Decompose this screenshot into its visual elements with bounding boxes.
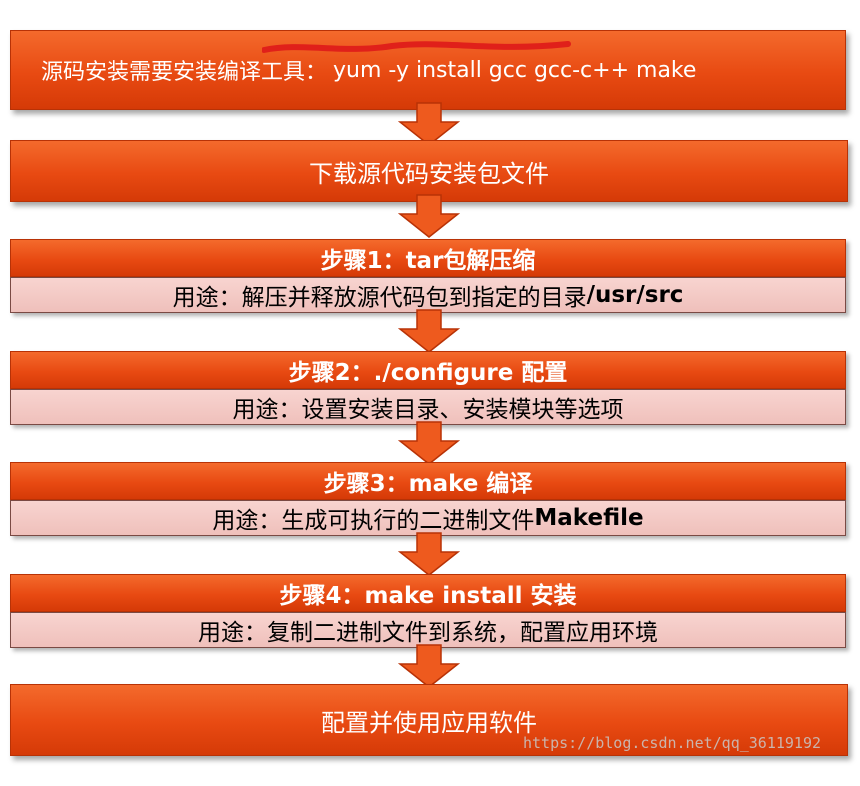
down-arrow-icon	[398, 644, 460, 688]
step-3-purpose: 用途： 生成可执行的二进制文件 Makefile	[10, 500, 846, 536]
step-3: 步骤3：make 编译 用途： 生成可执行的二进制文件 Makefile	[10, 462, 846, 536]
step-3-purpose-text: 生成可执行的二进制文件	[281, 508, 535, 534]
step-1-purpose-text: 解压并释放源代码包到指定的目录	[241, 285, 587, 311]
watermark: https://blog.csdn.net/qq_36119192	[523, 734, 822, 752]
step-4-purpose-text: 复制二进制文件到系统，配置应用环境	[267, 620, 658, 646]
step-4-purpose: 用途： 复制二进制文件到系统，配置应用环境	[10, 612, 846, 648]
step-2-title: 步骤2：./configure 配置	[10, 351, 846, 389]
step-3-title: 步骤3：make 编译	[10, 462, 846, 500]
step-4-title: 步骤4：make install 安装	[10, 574, 846, 612]
step-2: 步骤2：./configure 配置 用途： 设置安装目录、安装模块等选项	[10, 351, 846, 425]
step-2-purpose-text: 设置安装目录、安装模块等选项	[301, 397, 624, 423]
step-2-purpose-prefix: 用途：	[232, 397, 302, 423]
step-1-purpose-prefix: 用途：	[172, 285, 242, 311]
step-3-purpose-prefix: 用途：	[212, 508, 282, 534]
step-4-purpose-prefix: 用途：	[198, 620, 267, 646]
down-arrow-icon	[398, 532, 460, 576]
down-arrow-icon	[398, 421, 460, 465]
step-3-purpose-file: Makefile	[534, 505, 644, 531]
red-scribble-mark	[262, 41, 571, 53]
download-box: 下载源代码安装包文件	[10, 140, 848, 202]
down-arrow-icon	[398, 194, 460, 238]
step-2-purpose: 用途： 设置安装目录、安装模块等选项	[10, 389, 846, 425]
step-1-title: 步骤1：tar包解压缩	[10, 239, 846, 277]
step-1: 步骤1：tar包解压缩 用途： 解压并释放源代码包到指定的目录/usr/src	[10, 239, 846, 313]
prereq-label: 源码安装需要安装编译工具：	[41, 60, 328, 85]
step-1-purpose: 用途： 解压并释放源代码包到指定的目录/usr/src	[10, 277, 846, 313]
prereq-command: yum -y install gcc gcc-c++ make	[333, 57, 697, 83]
step-4: 步骤4：make install 安装 用途： 复制二进制文件到系统，配置应用环境	[10, 574, 846, 648]
final-label: 配置并使用应用软件	[321, 708, 537, 737]
step-1-purpose-path: /usr/src	[586, 282, 684, 308]
down-arrow-icon	[398, 309, 460, 353]
download-label: 下载源代码安装包文件	[309, 159, 549, 188]
